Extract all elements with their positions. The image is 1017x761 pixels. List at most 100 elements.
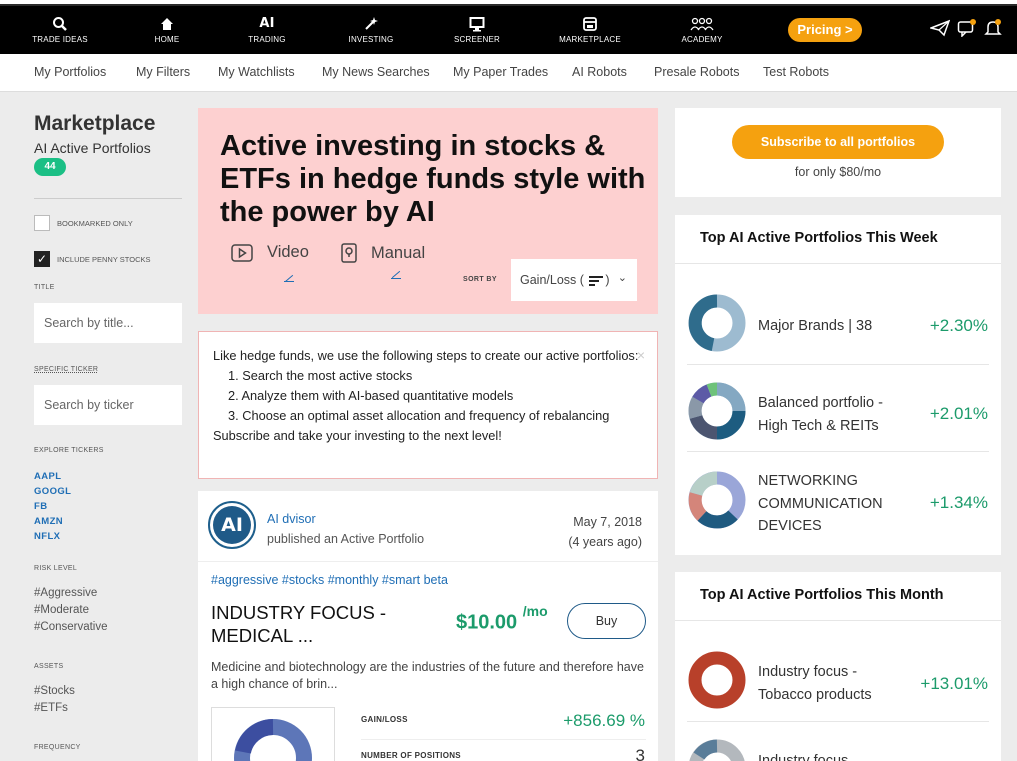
ticker-search-input[interactable]: [34, 385, 182, 425]
subnav-my-news-searches[interactable]: My News Searches: [322, 65, 430, 79]
subnav-my-paper-trades[interactable]: My Paper Trades: [453, 65, 548, 79]
asset-tag[interactable]: #ETFs: [34, 702, 68, 714]
portfolio-name[interactable]: NETWORKING COMMUNICATION DEVICES: [758, 470, 908, 538]
monitor-icon: [469, 17, 485, 32]
divider: [675, 620, 1001, 621]
magic-wand-icon: [365, 17, 378, 30]
date-value: May 7, 2018: [573, 515, 642, 529]
portfolio-gain: +13.01%: [920, 674, 988, 693]
top-week-panel: Top AI Active Portfolios This Week Major…: [675, 215, 1001, 555]
buy-button[interactable]: Buy: [567, 603, 646, 639]
edit-underline: [284, 281, 294, 282]
edit-underline: [391, 278, 401, 279]
bookmarked-filter[interactable]: BOOKMARKED ONLY: [34, 215, 133, 231]
send-icon[interactable]: [930, 19, 950, 37]
nav-label: TRADE IDEAS: [32, 35, 88, 44]
portfolio-donut: [688, 471, 746, 529]
nav-label: SCREENER: [453, 35, 501, 44]
ai-icon: AI: [259, 16, 275, 31]
hero-banner: Active investing in stocks & ETFs in hed…: [198, 108, 658, 314]
pricing-button[interactable]: Pricing >: [788, 18, 862, 42]
subnav-test-robots[interactable]: Test Robots: [763, 65, 829, 79]
author-link[interactable]: AI dvisor: [267, 512, 316, 526]
sub-navigation: My Portfolios My Filters My Watchlists M…: [0, 54, 1017, 92]
title-label: TITLE: [34, 284, 55, 291]
risk-tag[interactable]: #Aggressive: [34, 587, 97, 599]
ticker-link[interactable]: AMZN: [34, 516, 63, 527]
manual-link[interactable]: Manual: [341, 243, 425, 263]
subscribe-price: for only $80/mo: [794, 165, 882, 179]
divider: [687, 364, 989, 365]
video-icon: [231, 243, 253, 262]
subscribe-box: Subscribe to all portfolios for only $80…: [675, 108, 1001, 197]
sort-select[interactable]: Gain/Loss ( ) ⌄: [511, 259, 637, 301]
avatar[interactable]: AI: [208, 501, 256, 549]
manual-icon: [341, 243, 357, 263]
count-badge: 44: [34, 158, 66, 176]
filter-sidebar: Marketplace AI Active Portfolios 44 BOOK…: [34, 112, 184, 751]
risk-tag[interactable]: #Conservative: [34, 621, 108, 633]
subnav-ai-robots[interactable]: AI Robots: [572, 65, 627, 79]
ticker-link[interactable]: FB: [34, 501, 47, 512]
search-icon: [53, 17, 67, 31]
subnav-my-watchlists[interactable]: My Watchlists: [218, 65, 295, 79]
checkbox-label: INCLUDE PENNY STOCKS: [57, 254, 151, 264]
nav-trading[interactable]: AI TRADING: [227, 16, 307, 44]
nav-label: HOME: [154, 35, 180, 44]
allocation-donut: [234, 719, 312, 761]
portfolio-gain: +2.01%: [929, 404, 988, 423]
portfolio-donut: [688, 294, 746, 352]
nav-investing[interactable]: INVESTING: [331, 16, 411, 44]
portfolio-title[interactable]: INDUSTRY FOCUS - MEDICAL ...: [211, 601, 441, 647]
hashtags[interactable]: #aggressive #stocks #monthly #smart beta: [211, 573, 448, 587]
close-icon[interactable]: ×: [637, 345, 645, 365]
bell-icon[interactable]: [984, 19, 1002, 37]
gain-loss-label: GAIN/LOSS: [361, 715, 408, 724]
nav-screener[interactable]: SCREENER: [437, 16, 517, 44]
portfolio-name[interactable]: Major Brands | 38: [758, 315, 908, 338]
checkbox-unchecked[interactable]: [34, 215, 50, 231]
portfolio-name[interactable]: Industry focus - Tobacco products: [758, 661, 908, 706]
subnav-presale-robots[interactable]: Presale Robots: [654, 65, 739, 79]
nav-academy[interactable]: ACADEMY: [662, 16, 742, 44]
portfolio-donut: [688, 651, 746, 709]
risk-tag[interactable]: #Moderate: [34, 604, 89, 616]
video-link[interactable]: Video: [231, 243, 309, 262]
avatar-initials: AI: [213, 506, 251, 544]
page-title: Marketplace: [34, 112, 156, 135]
panel-title: Top AI Active Portfolios This Week: [700, 230, 938, 246]
divider: [361, 739, 646, 740]
gain-loss-value: +856.69 %: [563, 711, 645, 730]
title-search-input[interactable]: [34, 303, 182, 343]
portfolio-card: AI AI dvisor published an Active Portfol…: [198, 491, 658, 761]
checkbox-checked[interactable]: ✓: [34, 251, 50, 267]
top-navigation: TRADE IDEAS HOME AI TRADING INVESTING SC…: [0, 0, 1017, 54]
home-icon: [161, 18, 173, 30]
chat-icon[interactable]: [957, 19, 977, 37]
price-period: /mo: [522, 603, 548, 619]
checkbox-label: BOOKMARKED ONLY: [57, 218, 133, 228]
frequency-label: FREQUENCY: [34, 744, 81, 751]
subnav-my-filters[interactable]: My Filters: [136, 65, 190, 79]
divider: [687, 721, 989, 722]
info-intro: Like hedge funds, we use the following s…: [213, 348, 639, 363]
ticker-link[interactable]: NFLX: [34, 531, 60, 542]
ticker-link[interactable]: GOOGL: [34, 486, 71, 497]
info-step: 1. Search the most active stocks: [228, 368, 413, 383]
nav-label: INVESTING: [348, 35, 394, 44]
assets-label: ASSETS: [34, 663, 64, 670]
manual-label: Manual: [371, 243, 426, 262]
portfolio-name[interactable]: Balanced portfolio - High Tech & REITs: [758, 392, 908, 437]
subnav-my-portfolios[interactable]: My Portfolios: [34, 65, 106, 79]
nav-label: TRADING: [248, 35, 286, 44]
asset-tag[interactable]: #Stocks: [34, 685, 75, 697]
ticker-link[interactable]: AAPL: [34, 471, 61, 482]
portfolio-name[interactable]: Industry focus: [758, 750, 908, 761]
nav-marketplace[interactable]: MARKETPLACE: [550, 16, 630, 44]
nav-trade-ideas[interactable]: TRADE IDEAS: [20, 16, 100, 44]
info-step: 3. Choose an optimal asset allocation an…: [228, 408, 610, 423]
info-box: Like hedge funds, we use the following s…: [198, 331, 658, 479]
nav-home[interactable]: HOME: [127, 16, 207, 44]
penny-stocks-filter[interactable]: ✓ INCLUDE PENNY STOCKS: [34, 251, 151, 267]
subscribe-all-button[interactable]: Subscribe to all portfolios: [732, 125, 944, 159]
